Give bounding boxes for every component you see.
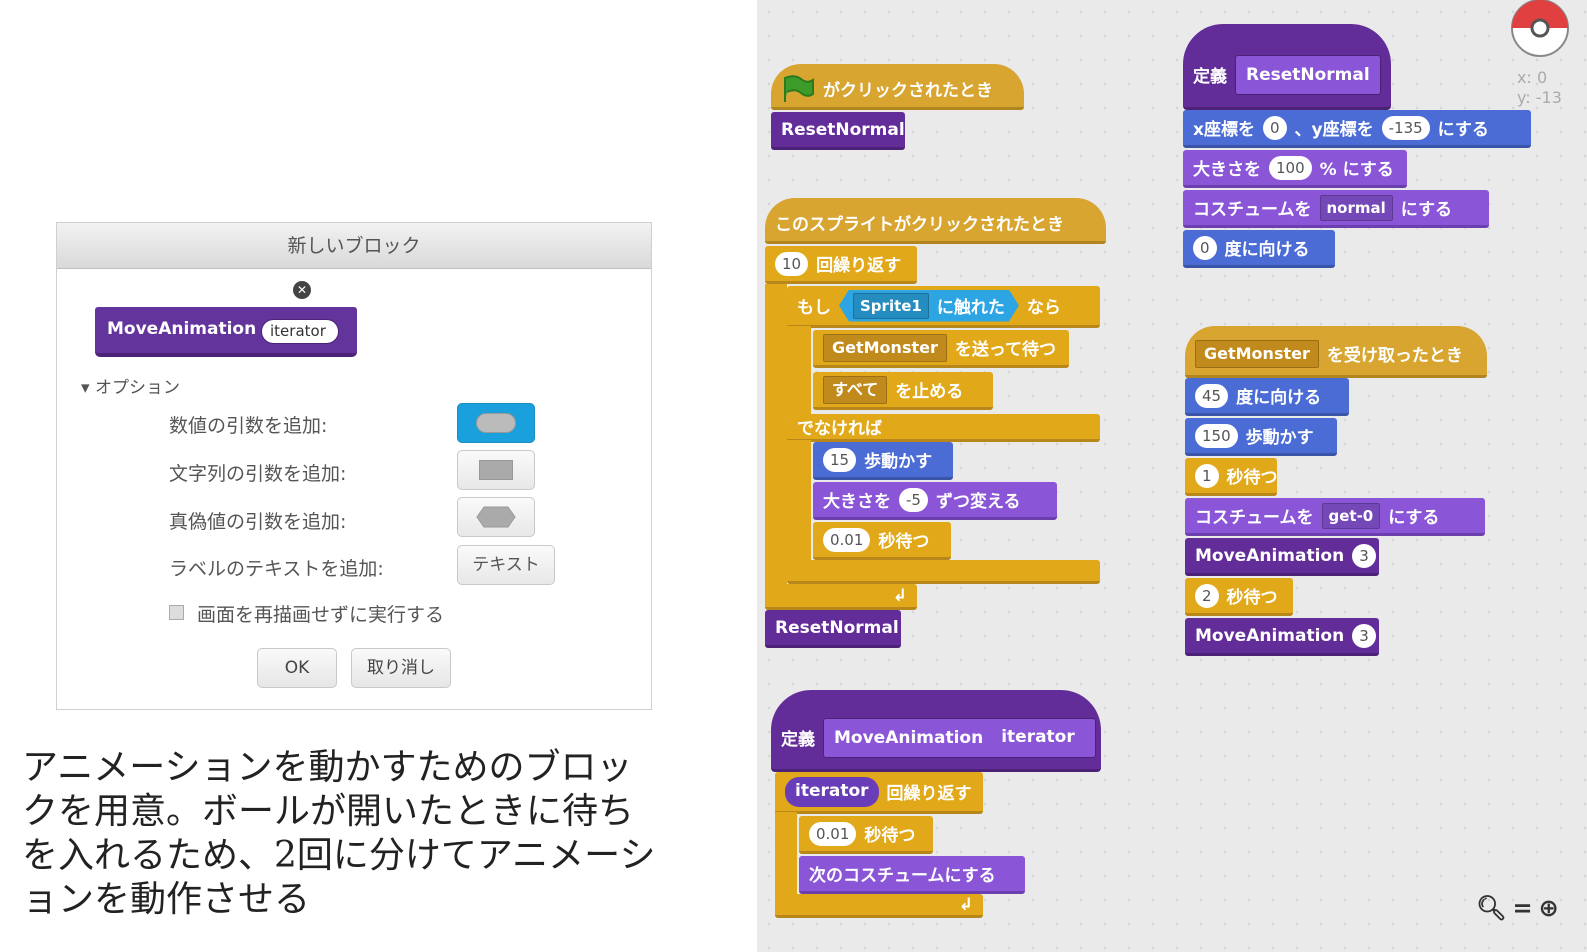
add-boolean-label: 真偽値の引数を追加: bbox=[169, 511, 347, 533]
ok-button[interactable]: OK bbox=[257, 648, 337, 688]
block-preview: MoveAnimation iterator bbox=[95, 307, 357, 357]
move-animation-call-2[interactable]: MoveAnimation 3 bbox=[1185, 618, 1379, 656]
add-number-button[interactable] bbox=[457, 403, 535, 443]
repeat-iterator-block[interactable]: iterator 回繰り返す bbox=[775, 772, 983, 814]
wait-001-block[interactable]: 0.01 秒待つ bbox=[813, 522, 951, 560]
else-arm bbox=[787, 440, 811, 564]
define-move-animation-hat[interactable]: 定義 MoveAnimation iterator bbox=[771, 690, 1101, 772]
run-without-refresh-checkbox[interactable] bbox=[169, 605, 184, 620]
zoom-reset-button[interactable]: = bbox=[1512, 894, 1538, 922]
wait-2-block[interactable]: 2 秒待つ bbox=[1185, 578, 1293, 616]
when-flag-clicked-hat[interactable]: がクリックされたとき bbox=[771, 64, 1024, 110]
next-costume-block[interactable]: 次のコスチュームにする bbox=[799, 856, 1025, 894]
new-block-dialog: 新しいブロック ✕ MoveAnimation iterator ▾ オプション… bbox=[56, 222, 652, 710]
add-number-label: 数値の引数を追加: bbox=[169, 415, 328, 437]
wait-1-block[interactable]: 1 秒待つ bbox=[1185, 458, 1278, 496]
block-arg-input[interactable]: iterator bbox=[261, 319, 339, 344]
point-45-block[interactable]: 45 度に向ける bbox=[1185, 378, 1349, 416]
define-reset-prototype[interactable]: ResetNormal bbox=[1235, 54, 1381, 95]
wait-001-block-2[interactable]: 0.01 秒待つ bbox=[799, 816, 933, 854]
point-direction-block[interactable]: 0 度に向ける bbox=[1183, 230, 1335, 268]
run-without-refresh-label: 画面を再描画せずに実行する bbox=[197, 604, 445, 626]
add-label-text-button[interactable]: テキスト bbox=[457, 545, 555, 585]
repeat-end: ↲ bbox=[765, 584, 917, 610]
rounded-input-icon bbox=[476, 413, 516, 433]
change-size-block[interactable]: 大きさを -5 ずつ変える bbox=[813, 482, 1057, 520]
touching-sensor[interactable]: Sprite1 に触れた bbox=[839, 290, 1019, 322]
switch-costume-get-block[interactable]: コスチュームを get-0 にする bbox=[1185, 498, 1485, 536]
stop-all-block[interactable]: すべて を止める bbox=[813, 372, 993, 410]
add-boolean-button[interactable] bbox=[457, 497, 535, 537]
zoom-in-icon[interactable]: ⊕ bbox=[1539, 894, 1565, 922]
repeat-arm bbox=[765, 284, 787, 604]
triangle-down-icon: ▾ bbox=[81, 378, 90, 398]
rect-input-icon bbox=[479, 460, 513, 480]
script-area[interactable]: がクリックされたとき ResetNormal このスプライトがクリックされたとき… bbox=[757, 0, 1587, 952]
add-string-label: 文字列の引数を追加: bbox=[169, 463, 347, 485]
close-icon[interactable]: ✕ bbox=[293, 281, 311, 299]
define-prototype[interactable]: MoveAnimation iterator bbox=[823, 717, 1096, 758]
repeat-iterator-arm bbox=[775, 812, 797, 902]
define-reset-normal-hat[interactable]: 定義 ResetNormal bbox=[1183, 24, 1391, 110]
green-flag-icon bbox=[784, 74, 814, 102]
move-animation-call-1[interactable]: MoveAnimation 3 bbox=[1185, 538, 1379, 576]
reset-normal-call-2[interactable]: ResetNormal bbox=[765, 610, 901, 648]
switch-costume-block[interactable]: コスチュームを normal にする bbox=[1183, 190, 1489, 228]
broadcast-wait-block[interactable]: GetMonster を送って待つ bbox=[813, 330, 1069, 368]
loop-arrow-icon: ↲ bbox=[892, 585, 907, 606]
add-string-button[interactable] bbox=[457, 450, 535, 490]
pokeball-icon bbox=[1511, 0, 1569, 57]
loop-arrow-icon: ↲ bbox=[958, 894, 973, 915]
stage-coordinates: x: 0 y: -13 bbox=[1517, 68, 1562, 107]
repeat-iterator-end: ↲ bbox=[775, 894, 983, 918]
sprite-thumbnail[interactable] bbox=[1510, 0, 1587, 60]
repeat-10-block[interactable]: 10 回繰り返す bbox=[765, 246, 917, 284]
if-arm bbox=[787, 326, 811, 416]
options-toggle[interactable]: ▾ オプション bbox=[81, 373, 180, 398]
when-receive-hat[interactable]: GetMonster を受け取ったとき bbox=[1185, 326, 1487, 378]
zoom-controls: 🔍︎=⊕ bbox=[1476, 894, 1565, 922]
reset-normal-call[interactable]: ResetNormal bbox=[771, 112, 905, 150]
zoom-out-icon[interactable]: 🔍︎ bbox=[1476, 894, 1512, 922]
hexagon-input-icon bbox=[476, 506, 516, 528]
block-name-label[interactable]: MoveAnimation bbox=[107, 319, 256, 339]
move-15-block[interactable]: 15 歩動かす bbox=[813, 442, 953, 480]
add-label-label: ラベルのテキストを追加: bbox=[169, 558, 384, 580]
when-sprite-clicked-hat[interactable]: このスプライトがクリックされたとき bbox=[765, 198, 1106, 244]
if-else-block[interactable]: もし Sprite1 に触れた なら bbox=[787, 286, 1100, 328]
cancel-button[interactable]: 取り消し bbox=[351, 648, 451, 688]
if-end bbox=[787, 560, 1100, 584]
set-size-block[interactable]: 大きさを 100% にする bbox=[1183, 150, 1407, 188]
caption-text: アニメーションを動かすためのブロックを用意。ボールが開いたときに待ちを入れるため… bbox=[22, 747, 656, 920]
goto-xy-block[interactable]: x座標を 0 、y座標を -135 にする bbox=[1183, 110, 1531, 148]
dialog-title: 新しいブロック bbox=[57, 223, 651, 269]
else-label: でなければ bbox=[787, 414, 1100, 442]
move-150-block[interactable]: 150 歩動かす bbox=[1185, 418, 1337, 456]
